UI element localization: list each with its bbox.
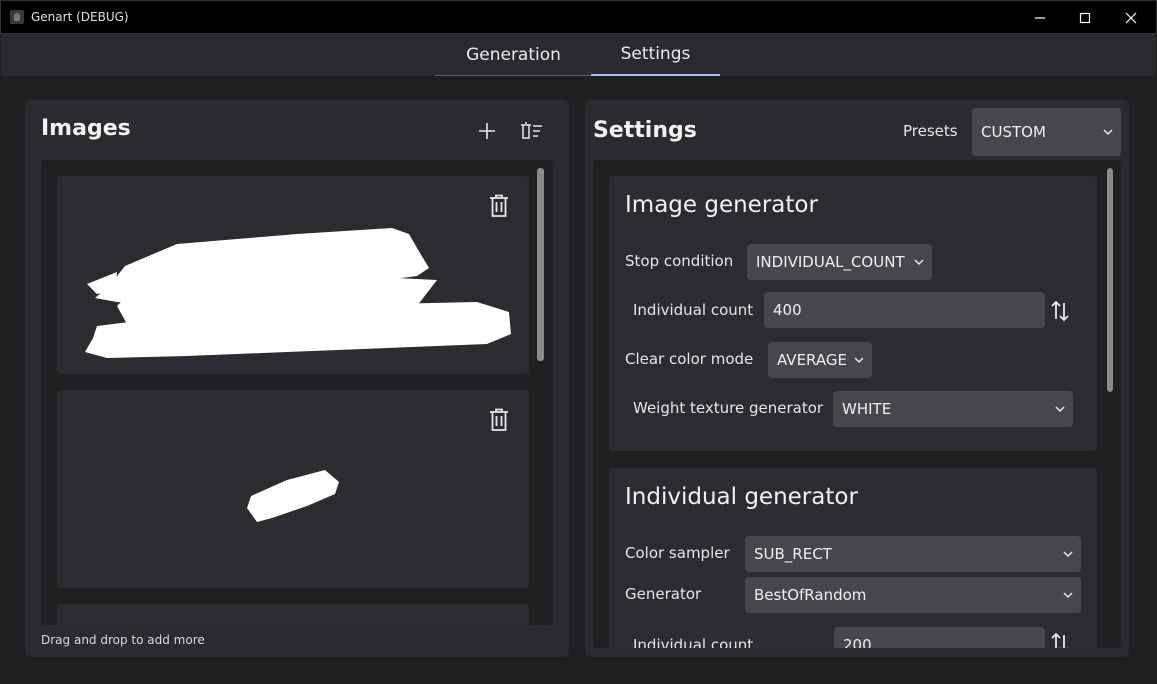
plus-icon xyxy=(479,123,495,139)
app-icon xyxy=(10,10,24,24)
individual-count-label-2: Individual count xyxy=(633,636,754,648)
drag-drop-hint: Drag and drop to add more xyxy=(41,633,205,647)
color-sampler-value: SUB_RECT xyxy=(754,545,832,563)
images-title: Images xyxy=(41,116,131,141)
tab-bar: Generation Settings xyxy=(1,34,1156,76)
color-sampler-label: Color sampler xyxy=(625,544,730,562)
chevron-down-icon xyxy=(1063,551,1073,558)
presets-select[interactable]: CUSTOM xyxy=(972,108,1121,156)
minimize-button[interactable] xyxy=(1017,1,1063,35)
image-list xyxy=(41,160,553,625)
image-card[interactable] xyxy=(57,176,529,374)
trash-icon xyxy=(490,408,508,431)
close-button[interactable] xyxy=(1108,1,1154,35)
section-title: Individual generator xyxy=(625,484,858,510)
chevron-down-icon xyxy=(914,259,924,266)
presets-label: Presets xyxy=(903,122,958,140)
image-card[interactable] xyxy=(57,390,529,588)
maximize-icon xyxy=(1079,12,1091,24)
images-panel: Images Drag and drop to add more xyxy=(25,100,569,657)
delete-image-button[interactable] xyxy=(488,194,510,222)
individual-generator-section: Individual generator Color sampler SUB_R… xyxy=(609,468,1097,648)
settings-scroll-area: Image generator Stop condition INDIVIDUA… xyxy=(593,160,1121,648)
brush-stroke-image xyxy=(247,470,339,522)
clear-color-mode-select[interactable]: AVERAGE xyxy=(768,342,872,378)
image-generator-section: Image generator Stop condition INDIVIDUA… xyxy=(609,176,1097,451)
tab-generation[interactable]: Generation xyxy=(435,34,592,76)
individual-count-value: 400 xyxy=(773,301,802,319)
individual-count-label: Individual count xyxy=(633,301,754,319)
generator-value: BestOfRandom xyxy=(754,586,867,604)
weight-texture-value: WHITE xyxy=(842,400,892,418)
individual-count-value-2: 200 xyxy=(843,636,872,648)
add-image-button[interactable] xyxy=(475,119,499,143)
individual-count-input[interactable]: 400 xyxy=(764,292,1045,328)
window-title: Genart (DEBUG) xyxy=(31,10,129,24)
stop-condition-value: INDIVIDUAL_COUNT xyxy=(756,253,905,271)
settings-panel: Settings Presets CUSTOM Image generator … xyxy=(585,100,1129,657)
section-title: Image generator xyxy=(625,192,818,218)
maximize-button[interactable] xyxy=(1062,1,1108,35)
trash-icon xyxy=(490,194,508,217)
clear-images-button[interactable] xyxy=(518,119,544,143)
up-down-arrows-icon xyxy=(1051,632,1068,648)
tab-settings[interactable]: Settings xyxy=(591,34,720,76)
chevron-down-icon xyxy=(1055,406,1065,413)
title-bar: Genart (DEBUG) xyxy=(0,0,1157,34)
individual-count-stepper[interactable] xyxy=(1049,298,1071,324)
individual-count-input-2[interactable]: 200 xyxy=(834,627,1045,648)
generator-select[interactable]: BestOfRandom xyxy=(745,577,1081,613)
image-card[interactable] xyxy=(57,604,529,625)
delete-image-button[interactable] xyxy=(488,408,510,436)
stop-condition-label: Stop condition xyxy=(625,252,734,270)
chevron-down-icon xyxy=(854,357,864,364)
stop-condition-select[interactable]: INDIVIDUAL_COUNT xyxy=(747,244,932,280)
weight-texture-select[interactable]: WHITE xyxy=(833,391,1073,427)
settings-scrollbar[interactable] xyxy=(1107,168,1113,392)
clear-color-mode-label: Clear color mode xyxy=(625,350,754,368)
close-icon xyxy=(1125,12,1137,24)
individual-count-stepper-2[interactable] xyxy=(1049,630,1071,648)
brush-stroke-image xyxy=(85,228,511,358)
color-sampler-select[interactable]: SUB_RECT xyxy=(745,536,1081,572)
chevron-down-icon xyxy=(1063,592,1073,599)
generator-label: Generator xyxy=(625,585,702,603)
clear-list-icon xyxy=(521,122,542,139)
chevron-down-icon xyxy=(1103,129,1113,136)
images-scrollbar[interactable] xyxy=(537,168,544,361)
clear-color-mode-value: AVERAGE xyxy=(777,351,847,369)
minimize-icon xyxy=(1035,17,1045,19)
presets-value: CUSTOM xyxy=(981,123,1046,141)
weight-texture-label: Weight texture generator xyxy=(633,399,824,417)
up-down-arrows-icon xyxy=(1051,300,1069,322)
settings-title: Settings xyxy=(593,118,697,143)
